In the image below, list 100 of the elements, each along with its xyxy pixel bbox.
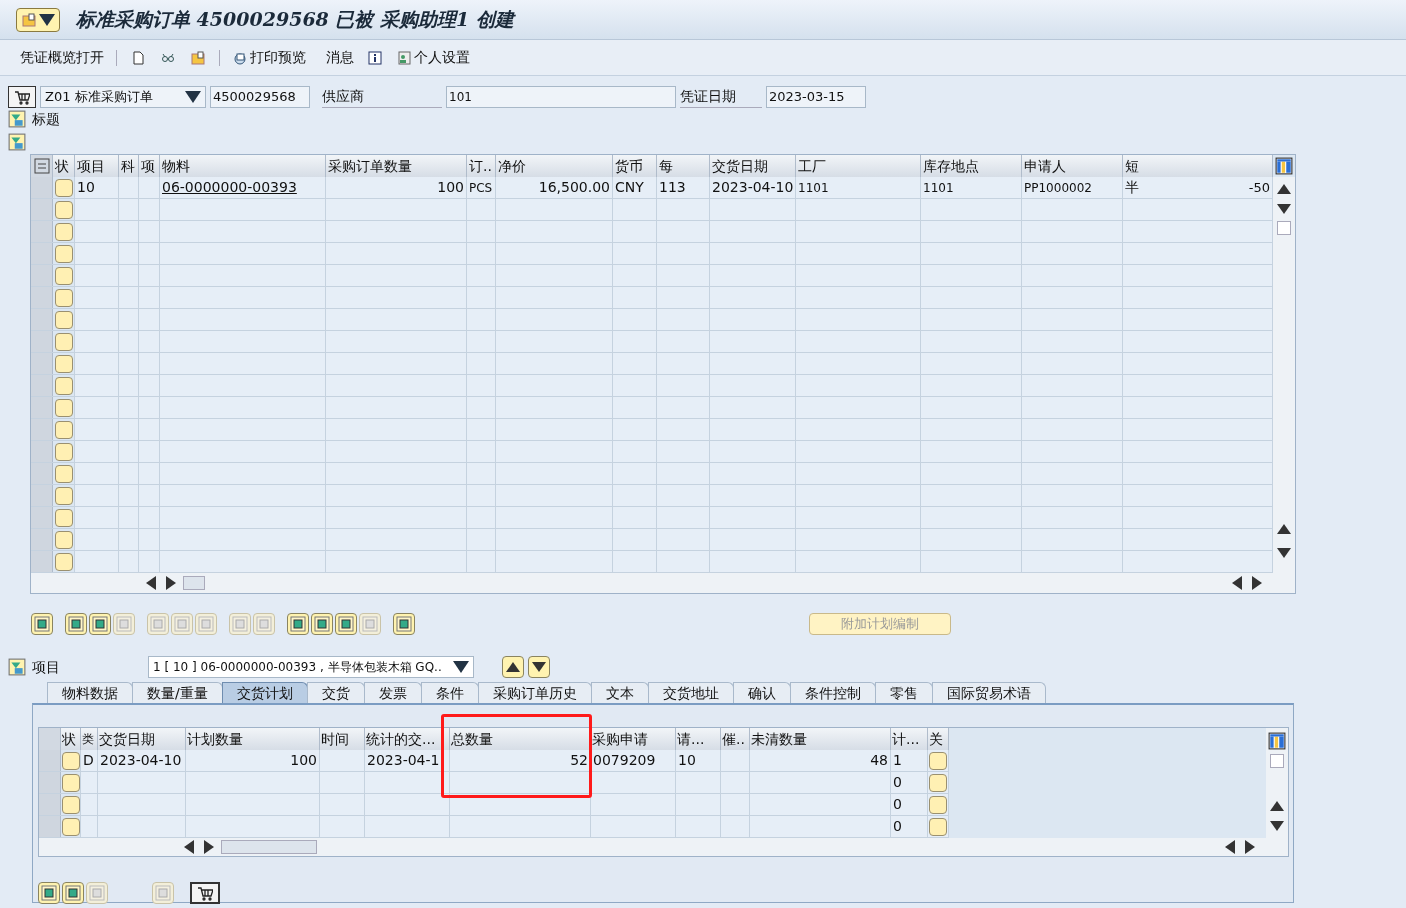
horizontal-scrollbar[interactable] bbox=[39, 838, 1288, 856]
overview-button[interactable]: 凭证概览打开 bbox=[20, 47, 104, 68]
column-header[interactable]: 项目 bbox=[75, 155, 119, 177]
tab[interactable]: 零售 bbox=[874, 682, 933, 703]
column-header[interactable]: 申请人 bbox=[1022, 155, 1123, 177]
attachment-button[interactable] bbox=[393, 613, 415, 635]
tab[interactable]: 文本 bbox=[590, 682, 649, 703]
tab[interactable]: 国际贸易术语 bbox=[931, 682, 1046, 703]
copy-row-button[interactable] bbox=[62, 882, 84, 904]
system-menu-button[interactable] bbox=[16, 7, 60, 32]
personal-settings-button[interactable]: 个人设置 bbox=[396, 47, 470, 68]
table-cell: 100 bbox=[186, 750, 320, 771]
status-field[interactable] bbox=[61, 817, 80, 836]
next-item-button[interactable] bbox=[528, 656, 550, 678]
column-header[interactable]: 请... bbox=[676, 728, 721, 750]
vertical-scrollbar[interactable] bbox=[1266, 728, 1288, 838]
tree-icon bbox=[8, 658, 26, 676]
sort-button[interactable] bbox=[287, 613, 309, 635]
expand-item-button[interactable] bbox=[8, 657, 28, 677]
print-preview-button[interactable]: 打印预览 bbox=[232, 47, 306, 68]
unlock-button[interactable] bbox=[195, 613, 217, 635]
cart-button[interactable] bbox=[190, 882, 220, 904]
lock-button[interactable] bbox=[171, 613, 193, 635]
column-header[interactable]: 总数量 bbox=[450, 728, 591, 750]
tab[interactable]: 交货计划 bbox=[221, 682, 308, 703]
details-button[interactable] bbox=[31, 613, 53, 635]
item-label: 项目 bbox=[32, 657, 61, 677]
delete-button[interactable] bbox=[147, 613, 169, 635]
column-header[interactable]: 库存地点 bbox=[921, 155, 1022, 177]
status-field[interactable] bbox=[61, 773, 80, 792]
tab[interactable]: 交货 bbox=[306, 682, 365, 703]
column-header[interactable]: 采购申请 bbox=[591, 728, 676, 750]
table-cell: CNY bbox=[613, 177, 657, 198]
column-header[interactable]: 催.. bbox=[721, 728, 750, 750]
column-header[interactable]: 工厂 bbox=[796, 155, 921, 177]
material-link[interactable]: 06-0000000-00393 bbox=[162, 177, 297, 198]
document-type-dropdown[interactable]: Z01 标准采购订单 bbox=[40, 86, 206, 108]
expand-items-button[interactable] bbox=[8, 132, 28, 152]
split-button[interactable] bbox=[253, 613, 275, 635]
column-header[interactable]: 货币 bbox=[613, 155, 657, 177]
column-header[interactable]: 净价 bbox=[496, 155, 613, 177]
supplier-field[interactable]: 101 bbox=[446, 86, 676, 108]
column-header[interactable]: 交货日期 bbox=[98, 728, 186, 750]
column-header[interactable]: 关 bbox=[928, 728, 949, 750]
vertical-scrollbar[interactable] bbox=[1273, 177, 1295, 573]
tab[interactable]: 条件控制 bbox=[789, 682, 876, 703]
select-all-button[interactable] bbox=[31, 155, 53, 177]
column-header[interactable]: 状 bbox=[53, 155, 75, 177]
tab[interactable]: 交货地址 bbox=[647, 682, 734, 703]
scroll-thumb[interactable] bbox=[183, 576, 205, 590]
column-header[interactable]: 每 bbox=[657, 155, 710, 177]
select-all-icon bbox=[33, 158, 50, 174]
info-button[interactable] bbox=[366, 48, 384, 67]
tab[interactable]: 物料数据 bbox=[47, 682, 133, 703]
column-header[interactable]: 类 bbox=[81, 728, 98, 750]
caret-icon bbox=[185, 89, 201, 105]
document-icon bbox=[130, 49, 146, 66]
column-header[interactable]: 计... bbox=[891, 728, 928, 750]
messages-button[interactable]: 消息 bbox=[326, 47, 354, 68]
insert-row-button[interactable] bbox=[65, 613, 87, 635]
scroll-thumb[interactable] bbox=[1270, 754, 1284, 768]
table-cell: 1101 bbox=[921, 177, 1022, 198]
short-text-end: -50 bbox=[1248, 178, 1270, 197]
column-settings-icon bbox=[1275, 157, 1293, 175]
column-header[interactable]: 交货日期 bbox=[710, 155, 796, 177]
column-header[interactable]: 时间 bbox=[320, 728, 365, 750]
item-dropdown[interactable]: 1 [ 10 ] 06-0000000-00393 , 半导体包装木箱 GQ.. bbox=[148, 656, 474, 678]
column-header[interactable]: 科 bbox=[119, 155, 139, 177]
scroll-thumb[interactable] bbox=[221, 840, 317, 854]
status-field[interactable] bbox=[61, 795, 80, 814]
document-date-field[interactable]: 2023-03-15 bbox=[766, 86, 866, 108]
column-header[interactable]: 物料 bbox=[160, 155, 326, 177]
column-header[interactable]: 状 bbox=[61, 728, 81, 750]
folder-button[interactable] bbox=[189, 48, 207, 67]
tab[interactable]: 条件 bbox=[420, 682, 479, 703]
tab[interactable]: 采购订单历史 bbox=[477, 682, 592, 703]
copy-button[interactable] bbox=[152, 882, 174, 904]
column-header[interactable]: 短 bbox=[1123, 155, 1273, 177]
horizontal-scrollbar[interactable] bbox=[31, 573, 1295, 593]
filter-button[interactable] bbox=[335, 613, 357, 635]
table-cell: 2023-04-10 bbox=[98, 750, 186, 771]
sort-filter-button[interactable] bbox=[311, 613, 333, 635]
tab[interactable]: 数量/重量 bbox=[132, 682, 223, 703]
insert-row-button[interactable] bbox=[38, 882, 60, 904]
scroll-thumb[interactable] bbox=[1277, 221, 1291, 235]
column-header[interactable]: 计划数量 bbox=[186, 728, 320, 750]
column-header[interactable]: 项 bbox=[139, 155, 160, 177]
column-header[interactable]: 订.. bbox=[467, 155, 496, 177]
short-text: 半 bbox=[1125, 178, 1139, 197]
cart-button[interactable] bbox=[8, 86, 36, 108]
previous-item-button[interactable] bbox=[502, 656, 524, 678]
po-number-field[interactable]: 4500029568 bbox=[210, 86, 310, 108]
status-field[interactable] bbox=[61, 751, 80, 770]
copy-button[interactable] bbox=[229, 613, 251, 635]
column-header[interactable]: 统计的交... bbox=[365, 728, 450, 750]
copy-row-button[interactable] bbox=[89, 613, 111, 635]
column-header[interactable]: 采购订单数量 bbox=[326, 155, 467, 177]
column-header[interactable]: 未清数量 bbox=[750, 728, 891, 750]
tab[interactable]: 发票 bbox=[363, 682, 422, 703]
tab[interactable]: 确认 bbox=[732, 682, 791, 703]
